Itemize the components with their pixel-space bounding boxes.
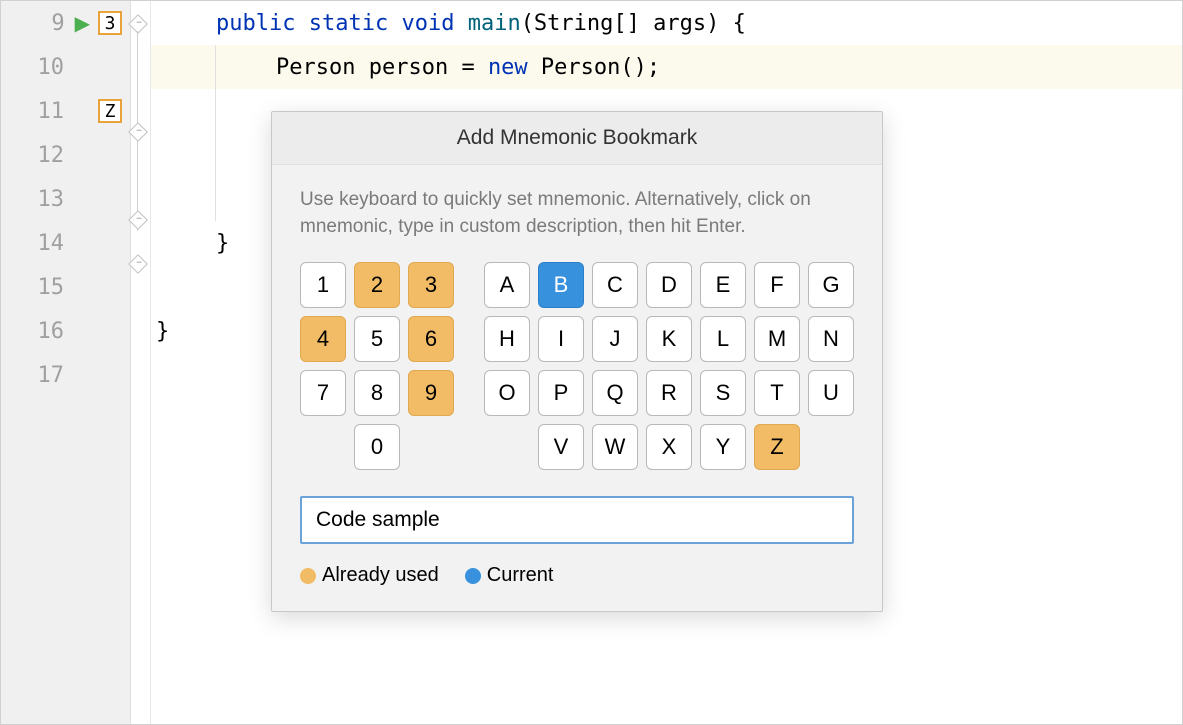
dot-icon [300,568,316,584]
legend-current: Current [465,564,554,587]
mnemonic-key-N[interactable]: N [808,316,854,362]
mnemonic-key-D[interactable]: D [646,262,692,308]
mnemonic-key-5[interactable]: 5 [354,316,400,362]
mnemonic-key-S[interactable]: S [700,370,746,416]
mnemonic-bookmark-dialog: Add Mnemonic Bookmark Use keyboard to qu… [271,111,883,612]
number-keys: 123 456 7890 [300,262,454,470]
gutter-line-9[interactable]: 9 ▶ 3 [1,1,130,45]
mnemonic-key-C[interactable]: C [592,262,638,308]
legend: Already used Current [300,564,854,587]
description-input[interactable] [300,496,854,544]
run-icon[interactable]: ▶ [75,11,90,36]
mnemonic-key-grid: 123 456 7890 ABCDEFG HIJKLMN OPQRSTU VWXYZ [300,262,854,470]
line-number: 11 [38,99,65,124]
code-line-10[interactable]: Person person = new Person(); [151,45,1182,89]
line-number: 14 [38,231,65,256]
dialog-title: Add Mnemonic Bookmark [272,112,882,165]
mnemonic-key-9[interactable]: 9 [408,370,454,416]
mnemonic-key-Y[interactable]: Y [700,424,746,470]
mnemonic-key-M[interactable]: M [754,316,800,362]
mnemonic-key-F[interactable]: F [754,262,800,308]
mnemonic-key-7[interactable]: 7 [300,370,346,416]
mnemonic-key-T[interactable]: T [754,370,800,416]
mnemonic-key-8[interactable]: 8 [354,370,400,416]
mnemonic-key-I[interactable]: I [538,316,584,362]
mnemonic-key-3[interactable]: 3 [408,262,454,308]
dot-icon [465,568,481,584]
fold-marker-icon[interactable] [128,254,148,274]
line-number: 13 [38,187,65,212]
mnemonic-key-O[interactable]: O [484,370,530,416]
mnemonic-key-Q[interactable]: Q [592,370,638,416]
mnemonic-key-J[interactable]: J [592,316,638,362]
bookmark-badge-3[interactable]: 3 [98,11,122,35]
mnemonic-key-6[interactable]: 6 [408,316,454,362]
line-number: 16 [38,319,65,344]
mnemonic-key-A[interactable]: A [484,262,530,308]
bookmark-badge-z[interactable]: Z [98,99,122,123]
line-number: 10 [38,55,65,80]
dialog-hint: Use keyboard to quickly set mnemonic. Al… [300,187,854,240]
gutter-line-11[interactable]: 11 Z [1,89,130,133]
mnemonic-key-R[interactable]: R [646,370,692,416]
mnemonic-key-W[interactable]: W [592,424,638,470]
mnemonic-key-H[interactable]: H [484,316,530,362]
fold-gutter [131,1,151,724]
line-number: 9 [51,11,64,36]
mnemonic-key-X[interactable]: X [646,424,692,470]
mnemonic-key-E[interactable]: E [700,262,746,308]
line-number: 17 [38,363,65,388]
fold-marker-icon[interactable] [128,14,148,34]
code-line-9[interactable]: public static void main(String[] args) { [151,1,1182,45]
mnemonic-key-K[interactable]: K [646,316,692,362]
mnemonic-key-0[interactable]: 0 [354,424,400,470]
dialog-body: Use keyboard to quickly set mnemonic. Al… [272,165,882,611]
mnemonic-key-L[interactable]: L [700,316,746,362]
mnemonic-key-2[interactable]: 2 [354,262,400,308]
fold-marker-icon[interactable] [128,122,148,142]
gutter-line-10[interactable]: 10 [1,45,130,89]
mnemonic-key-G[interactable]: G [808,262,854,308]
legend-used: Already used [300,564,439,587]
letter-keys: ABCDEFG HIJKLMN OPQRSTU VWXYZ [484,262,854,470]
gutter: 9 ▶ 3 10 11 Z 12 13 14 15 16 17 [1,1,131,724]
mnemonic-key-B[interactable]: B [538,262,584,308]
line-number: 15 [38,275,65,300]
mnemonic-key-U[interactable]: U [808,370,854,416]
fold-marker-icon[interactable] [128,210,148,230]
mnemonic-key-4[interactable]: 4 [300,316,346,362]
mnemonic-key-1[interactable]: 1 [300,262,346,308]
line-number: 12 [38,143,65,168]
mnemonic-key-Z[interactable]: Z [754,424,800,470]
mnemonic-key-V[interactable]: V [538,424,584,470]
mnemonic-key-P[interactable]: P [538,370,584,416]
